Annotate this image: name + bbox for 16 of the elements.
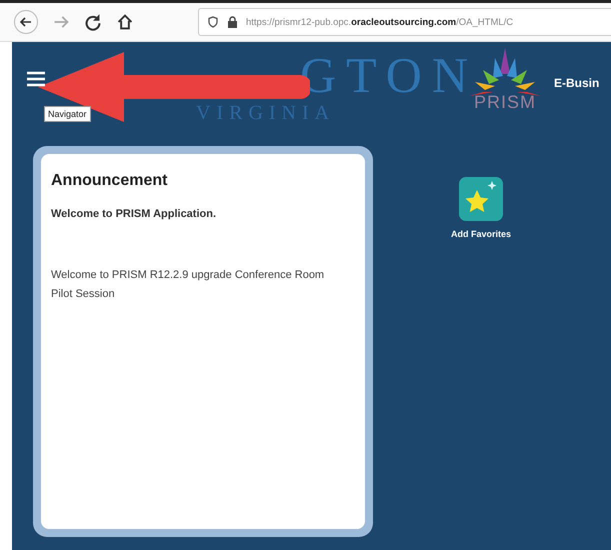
url-text: https://prismr12-pub.opc.oracleoutsourcing.com/OA_HTML/C [246, 16, 514, 28]
app-title: E-Busin [554, 76, 600, 90]
back-arrow-icon [19, 15, 33, 29]
address-bar[interactable]: https://prismr12-pub.opc.oracleoutsourcing.com/OA_HTML/C [198, 8, 611, 36]
announcement-headline: Welcome to PRISM Application. [51, 208, 218, 220]
reload-icon[interactable] [84, 13, 102, 31]
add-favorites-button[interactable]: Add Favorites [445, 176, 518, 537]
announcement-text: Welcome to PRISM R12.2.9 upgrade Conference Room Pilot Session [51, 268, 326, 302]
shield-icon [207, 16, 219, 28]
brand-text: PRISM [474, 92, 536, 113]
menu-icon[interactable] [26, 71, 46, 87]
back-button[interactable] [14, 10, 38, 34]
announcement-title: Announcement [51, 172, 168, 190]
home-icon[interactable] [116, 13, 134, 31]
lock-icon [227, 16, 238, 28]
tooltip: Navigator [44, 106, 91, 122]
